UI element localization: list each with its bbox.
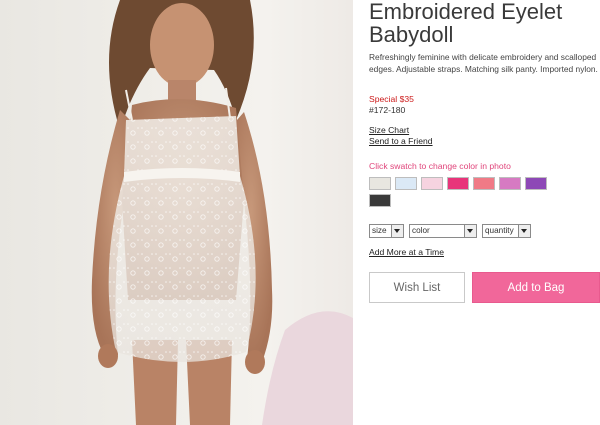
add-more-link[interactable]: Add More at a Time [369, 247, 444, 257]
quantity-select[interactable]: quantity [482, 224, 531, 238]
swatch-hint: Click swatch to change color in photo [369, 161, 511, 171]
size-select[interactable]: size [369, 224, 404, 238]
swatch-pink-lavender[interactable] [499, 177, 521, 190]
color-select[interactable]: color [409, 224, 477, 238]
swatch-black[interactable] [369, 194, 391, 207]
wish-list-button[interactable]: Wish List [369, 272, 465, 303]
swatch-purple[interactable] [525, 177, 547, 190]
product-price: Special $35 [369, 94, 414, 104]
product-title: Embroidered Eyelet Babydoll [369, 0, 563, 47]
chevron-down-icon [518, 225, 530, 237]
swatch-hot-pink[interactable] [447, 177, 469, 190]
size-select-value: size [372, 226, 387, 235]
swatch-ivory[interactable] [369, 177, 391, 190]
swatch-light-pink[interactable] [421, 177, 443, 190]
size-chart-link[interactable]: Size Chart [369, 125, 409, 135]
swatch-light-blue[interactable] [395, 177, 417, 190]
model-illustration [91, 0, 353, 425]
product-details: Embroidered Eyelet Babydoll Refreshingly… [369, 0, 600, 425]
color-select-value: color [412, 226, 430, 235]
chevron-down-icon [464, 225, 476, 237]
chevron-down-icon [391, 225, 403, 237]
product-photo [0, 0, 353, 425]
swatch-coral[interactable] [473, 177, 495, 190]
send-to-friend-link[interactable]: Send to a Friend [369, 136, 433, 146]
quantity-select-value: quantity [485, 226, 514, 235]
product-sku: #172-180 [369, 105, 406, 115]
product-description: Refreshingly feminine with delicate embr… [369, 52, 598, 74]
add-to-bag-button[interactable]: Add to Bag [472, 272, 600, 303]
